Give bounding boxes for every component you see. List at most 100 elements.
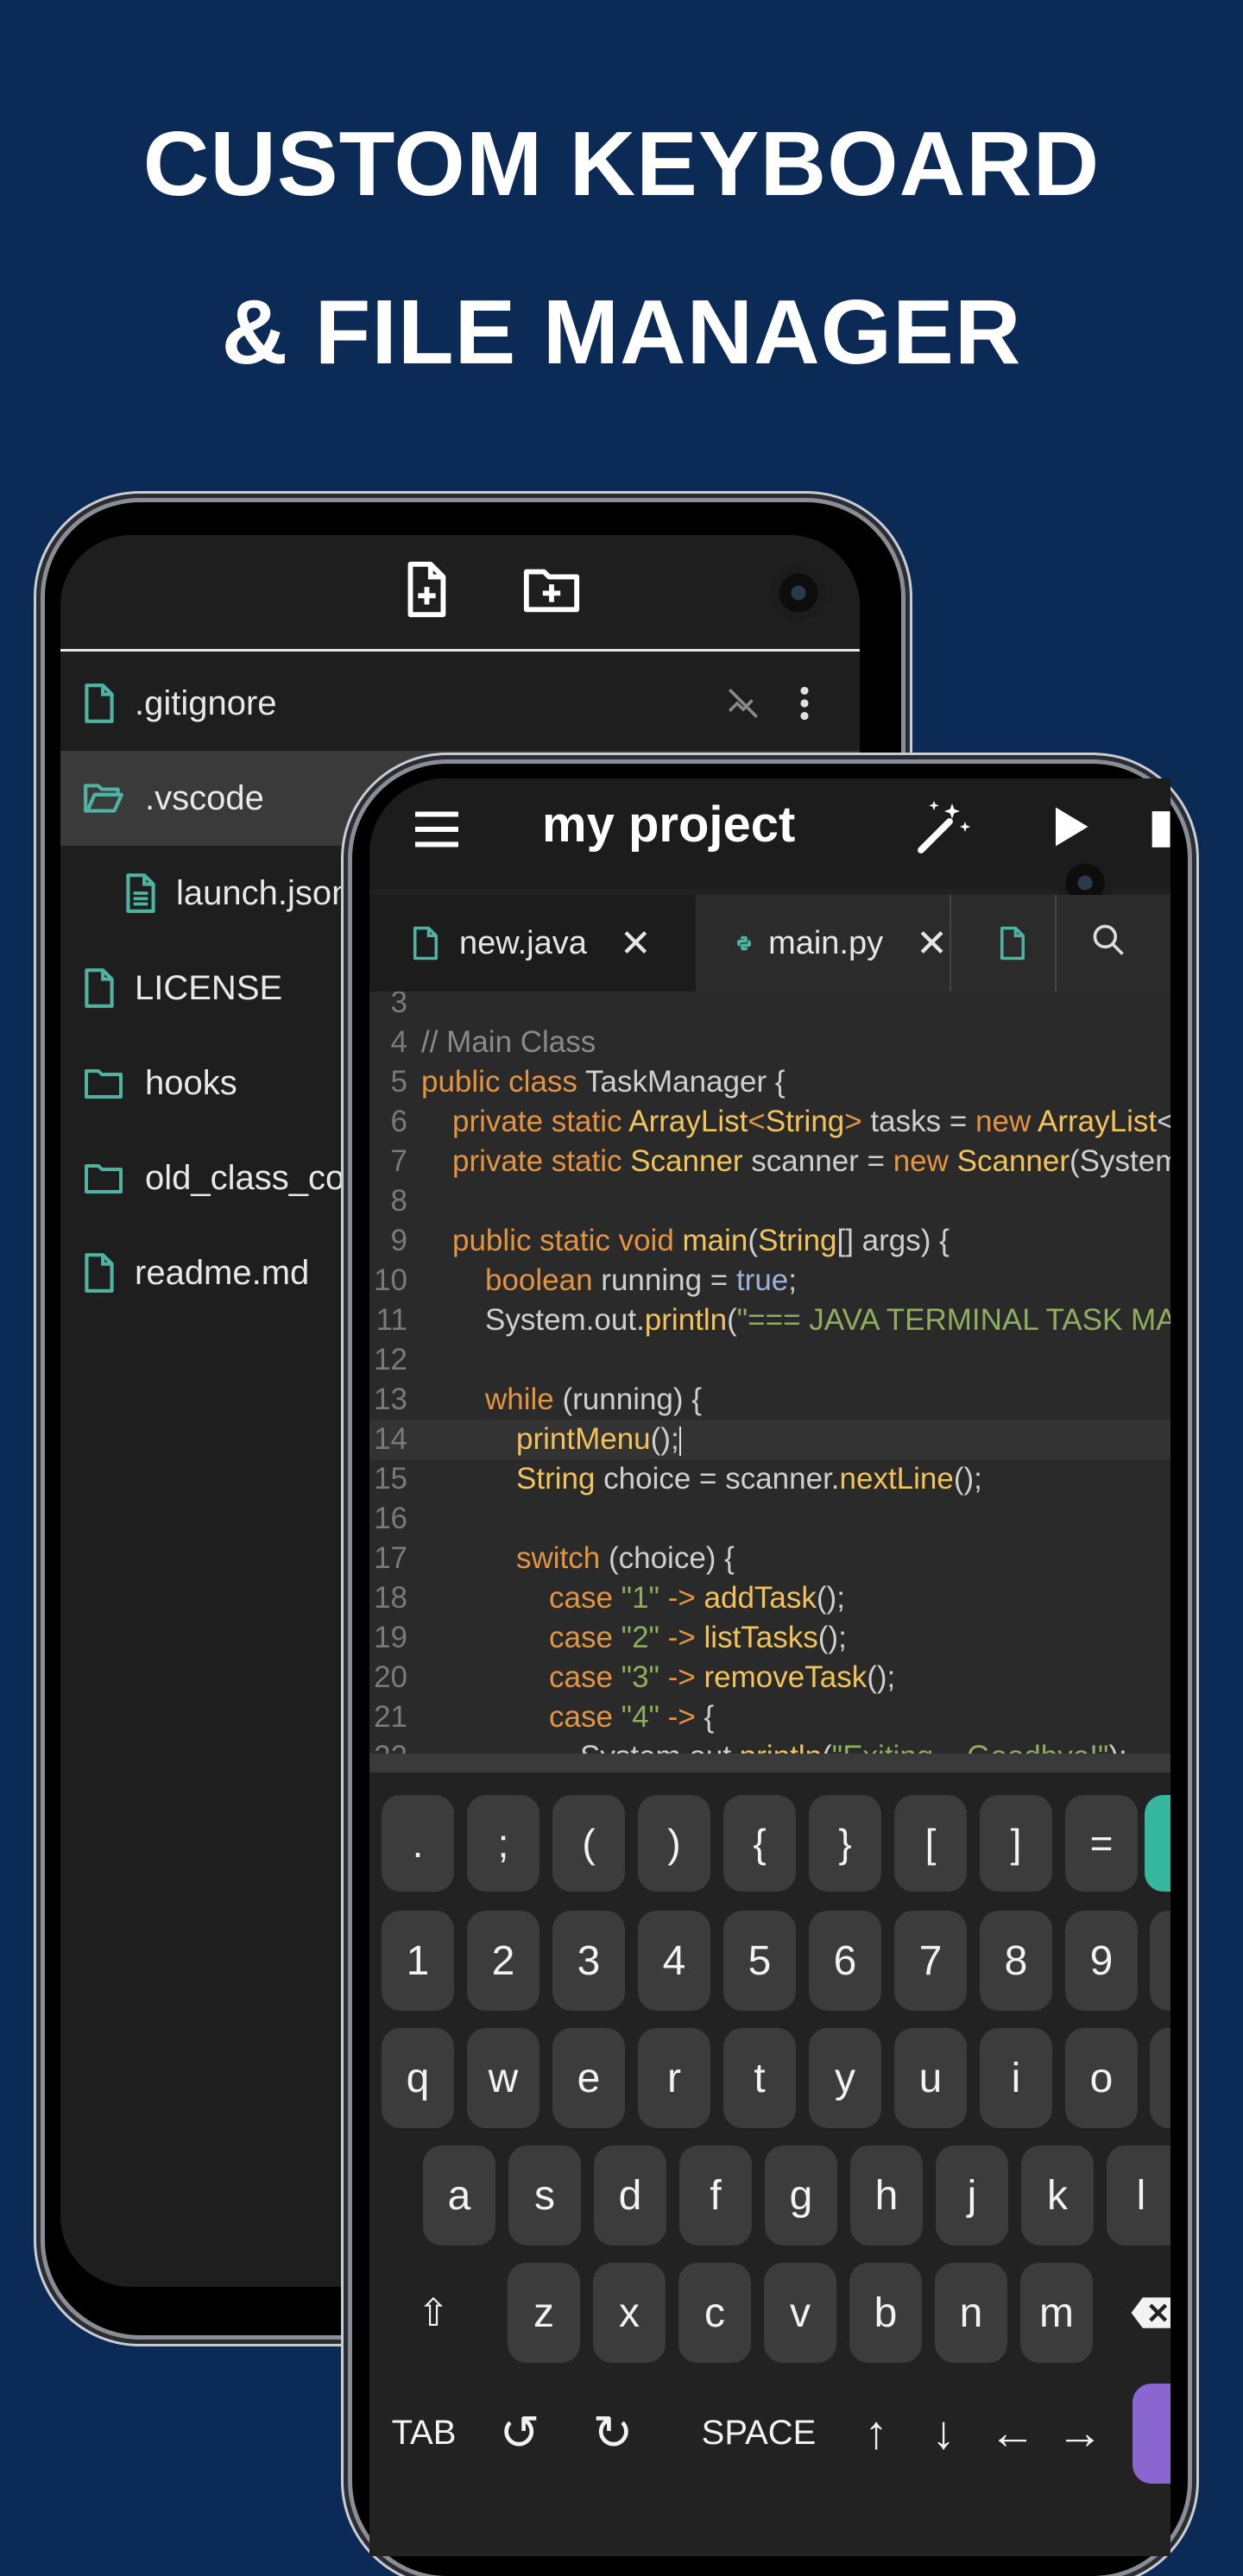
key-2[interactable]: 2 xyxy=(467,1911,539,2011)
file-name: old_class_code xyxy=(145,1158,383,1197)
key-a[interactable]: a xyxy=(423,2145,495,2245)
enter-key[interactable] xyxy=(1133,2384,1170,2484)
key-0-partial[interactable] xyxy=(1150,1911,1170,2011)
close-tab-icon[interactable]: ✕ xyxy=(620,922,652,966)
key-open-brace[interactable]: { xyxy=(723,1795,796,1892)
key-3[interactable]: 3 xyxy=(552,1911,625,2011)
tab-new-java[interactable]: new.java ✕ xyxy=(369,895,696,992)
key-c[interactable]: c xyxy=(678,2263,751,2363)
code-line: 19 case "2" -> listTasks(); xyxy=(374,1621,847,1654)
editor-divider xyxy=(369,1754,1170,1773)
code-line: 9 public static void main(String[] args) … xyxy=(390,1224,950,1257)
redo-key[interactable]: ↻ xyxy=(577,2385,649,2480)
key-k[interactable]: k xyxy=(1021,2145,1094,2245)
tab-third[interactable] xyxy=(950,895,1170,992)
code-line: 16 xyxy=(374,1502,407,1535)
file-icon xyxy=(85,683,114,723)
arrow-up-key[interactable]: ↑ xyxy=(846,2385,906,2480)
key-q[interactable]: q xyxy=(382,2028,454,2128)
key-5[interactable]: 5 xyxy=(723,1911,796,2011)
new-folder-icon[interactable] xyxy=(521,559,582,620)
key-6[interactable]: 6 xyxy=(809,1911,881,2011)
code-line: 13 while (running) { xyxy=(374,1382,702,1416)
key-t[interactable]: t xyxy=(723,2028,796,2128)
headline-line-1: CUSTOM KEYBOARD xyxy=(142,113,1101,215)
arrow-right-key[interactable]: → xyxy=(1048,2385,1112,2480)
key-4[interactable]: 4 xyxy=(638,1911,710,2011)
code-editor[interactable]: 3 4// Main Class 5 public class TaskManag… xyxy=(369,992,1170,1755)
magic-wand-icon[interactable] xyxy=(913,796,975,858)
key-n[interactable]: n xyxy=(935,2263,1007,2363)
front-camera-icon xyxy=(770,564,827,621)
arrow-left-key[interactable]: ← xyxy=(981,2385,1044,2480)
file-icon xyxy=(1000,926,1025,960)
key-open-bracket[interactable]: [ xyxy=(894,1795,967,1892)
python-icon xyxy=(737,935,752,951)
code-line-current: 14 printMenu(); xyxy=(369,1420,1170,1459)
key-r[interactable]: r xyxy=(638,2028,710,2128)
key-i[interactable]: i xyxy=(980,2028,1052,2128)
file-name: .vscode xyxy=(145,778,264,817)
save-icon[interactable] xyxy=(1146,808,1170,851)
key-j[interactable]: j xyxy=(936,2145,1008,2245)
new-file-icon[interactable] xyxy=(395,559,456,620)
key-x[interactable]: x xyxy=(593,2263,666,2363)
key-shift[interactable]: ⇧ xyxy=(390,2263,476,2363)
key-space[interactable]: SPACE xyxy=(694,2385,823,2480)
folder-open-icon xyxy=(84,784,123,813)
headline-line-2: & FILE MANAGER xyxy=(221,281,1022,383)
key-close-bracket[interactable]: ] xyxy=(980,1795,1052,1892)
code-editor-screen: my project new.java ✕ main.py ✕ 3 4// Ma… xyxy=(369,778,1170,2556)
key-e[interactable]: e xyxy=(552,2028,625,2128)
code-line: 3 xyxy=(390,992,407,1019)
tab-main-py[interactable]: main.py ✕ xyxy=(697,895,948,992)
key-accent-edge[interactable] xyxy=(1145,1795,1170,1892)
key-equals[interactable]: = xyxy=(1065,1795,1138,1892)
file-name: hooks xyxy=(145,1063,237,1102)
file-name: LICENSE xyxy=(135,968,283,1007)
key-y[interactable]: y xyxy=(809,2028,881,2128)
key-close-brace[interactable]: } xyxy=(809,1795,881,1892)
key-p-partial[interactable] xyxy=(1150,2028,1170,2128)
code-line: 8 xyxy=(390,1184,407,1218)
key-open-paren[interactable]: ( xyxy=(552,1795,625,1892)
key-h[interactable]: h xyxy=(850,2145,923,2245)
key-b[interactable]: b xyxy=(849,2263,922,2363)
project-title: my project xyxy=(542,797,796,853)
key-tab[interactable]: TAB xyxy=(382,2385,466,2480)
code-line: 21 case "4" -> { xyxy=(374,1700,715,1734)
menu-icon[interactable] xyxy=(411,808,463,851)
play-icon[interactable] xyxy=(1043,801,1095,853)
key-f[interactable]: f xyxy=(679,2145,752,2245)
file-text-icon xyxy=(126,873,155,913)
key-1[interactable]: 1 xyxy=(382,1911,454,2011)
key-o[interactable]: o xyxy=(1065,2028,1138,2128)
key-semicolon[interactable]: ; xyxy=(467,1795,539,1892)
arrow-down-key[interactable]: ↓ xyxy=(913,2385,974,2480)
file-name: readme.md xyxy=(135,1253,310,1292)
backspace-key[interactable] xyxy=(1129,2263,1170,2363)
editor-tabs: new.java ✕ main.py ✕ xyxy=(369,895,1170,992)
key-d[interactable]: d xyxy=(594,2145,666,2245)
backspace-icon xyxy=(1131,2297,1170,2328)
search-icon[interactable] xyxy=(1089,921,1127,959)
close-tab-icon[interactable]: ✕ xyxy=(916,922,948,966)
key-v[interactable]: v xyxy=(764,2263,836,2363)
key-close-paren[interactable]: ) xyxy=(638,1795,710,1892)
key-l[interactable]: l xyxy=(1107,2145,1170,2245)
key-g[interactable]: g xyxy=(765,2145,837,2245)
code-line: 11 System.out.println("=== JAVA TERMINAL … xyxy=(375,1303,1170,1337)
more-options-icon[interactable] xyxy=(787,682,822,725)
key-m[interactable]: m xyxy=(1020,2263,1093,2363)
undo-key[interactable]: ↺ xyxy=(483,2385,556,2480)
key-period[interactable]: . xyxy=(382,1795,454,1892)
key-7[interactable]: 7 xyxy=(894,1911,967,2011)
key-u[interactable]: u xyxy=(894,2028,967,2128)
file-row-gitignore[interactable]: .gitignore xyxy=(60,656,860,751)
key-z[interactable]: z xyxy=(508,2263,580,2363)
file-icon xyxy=(85,968,114,1008)
key-8[interactable]: 8 xyxy=(980,1911,1052,2011)
key-w[interactable]: w xyxy=(467,2028,539,2128)
key-9[interactable]: 9 xyxy=(1065,1911,1138,2011)
key-s[interactable]: s xyxy=(508,2145,581,2245)
